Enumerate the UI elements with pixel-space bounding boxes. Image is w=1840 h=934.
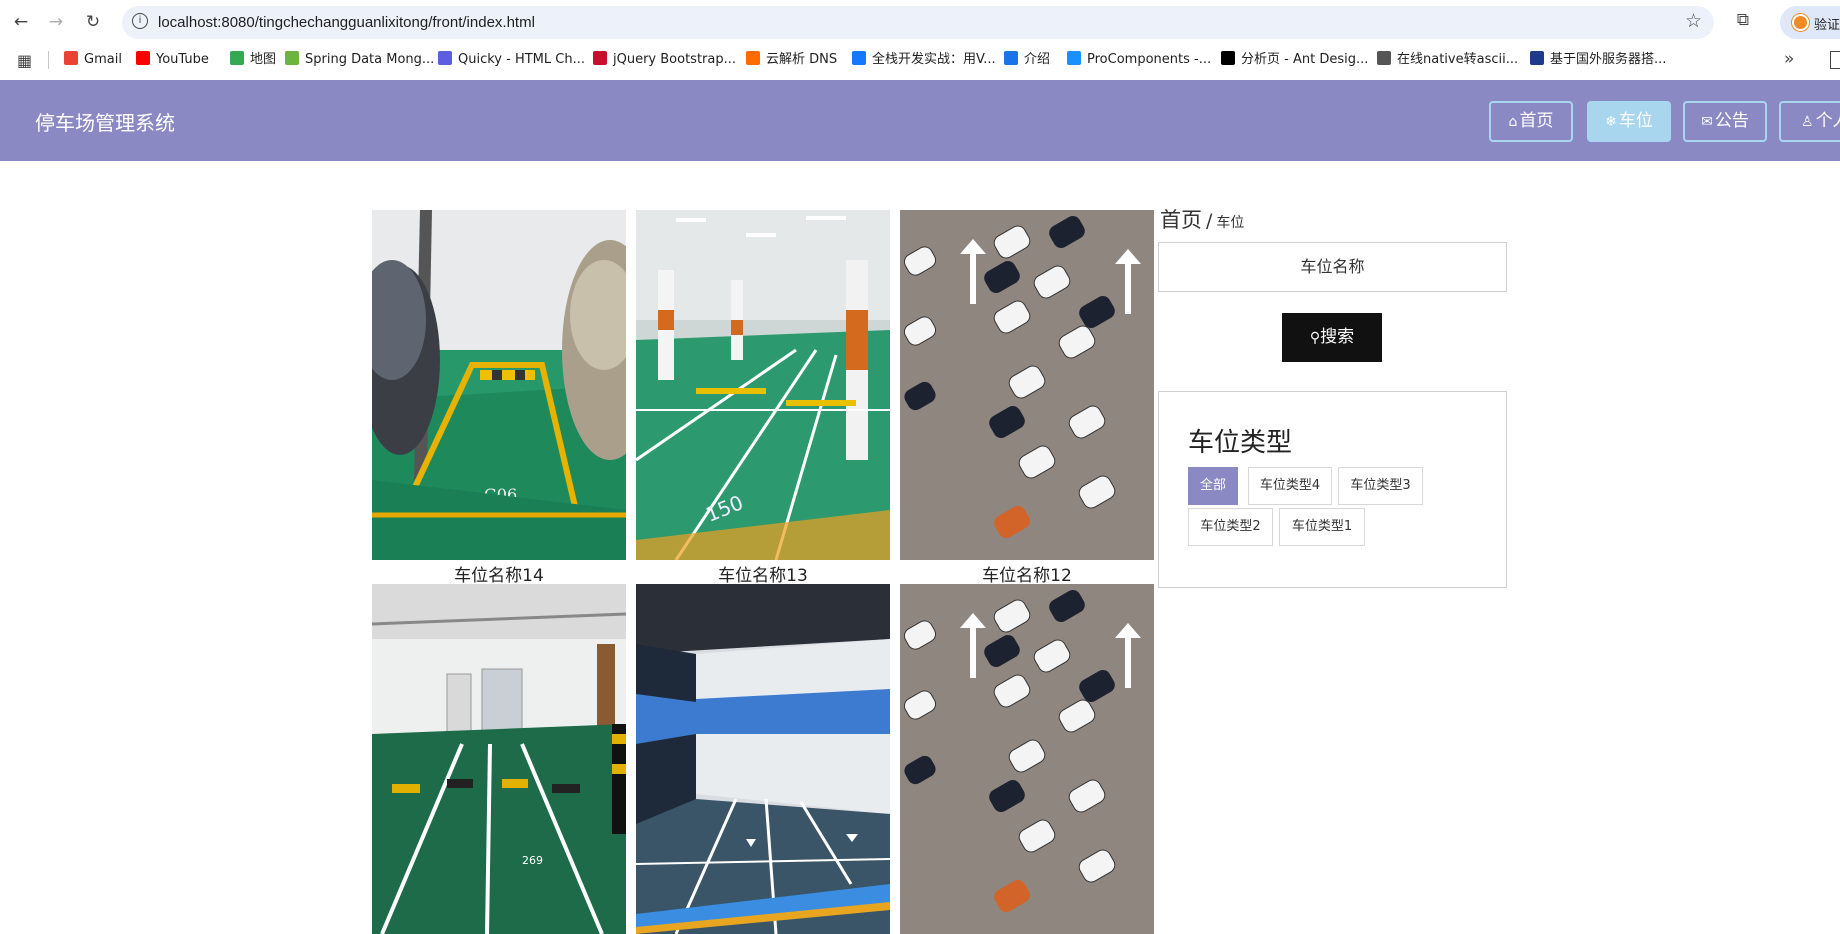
spot-type-title: 车位类型 [1188,428,1293,458]
bookmark-favicon-icon [746,51,760,65]
bookmark-favicon-icon [438,51,452,65]
bookmarks-bar: ▦ Gmail YouTube 地图 Spring Data Mong... Quick… [0,47,1840,73]
home-icon: ⌂ [1508,114,1518,130]
more-bookmarks-icon[interactable]: » [1784,49,1794,69]
breadcrumb-home[interactable]: 首页 [1160,208,1202,232]
type-tag-1[interactable]: 车位类型1 [1279,508,1365,546]
extensions-icon[interactable]: ⧉ [1732,10,1754,32]
search-button[interactable]: ⚲搜索 [1282,313,1382,362]
site-info-icon[interactable]: i [132,13,148,29]
bookmark-favicon-icon [1221,51,1235,65]
bookmark-label: Gmail [84,52,122,67]
nav-parking-spots[interactable]: ❄ 车位 [1587,101,1671,142]
bookmark-favicon-icon [64,51,78,65]
spot-type-filter-panel: 车位类型 全部 车位类型4 车位类型3 车位类型2 车位类型1 [1158,391,1507,588]
nav-home[interactable]: ⌂ 首页 [1489,101,1573,142]
nav-home-label: 首页 [1519,111,1554,131]
bookmark-label: ProComponents -... [1087,52,1212,67]
breadcrumb-separator: / [1206,210,1213,232]
bookmark-item[interactable]: ProComponents -... [1067,50,1211,70]
snowflake-icon: ❄ [1605,114,1617,130]
bookmark-item[interactable]: 全栈开发实战：用V... [852,50,996,70]
other-bookmarks-icon[interactable] [1830,51,1840,69]
bookmark-favicon-icon [1530,51,1544,65]
bookmark-favicon-icon [852,51,866,65]
bookmark-label: 分析页 - Ant Desig... [1241,52,1369,67]
spot-photo[interactable]: 150 [636,210,890,560]
breadcrumb-current: 车位 [1216,215,1245,231]
svg-text:269: 269 [522,854,543,867]
nav-announcements[interactable]: ✉ 公告 [1683,101,1767,142]
bookmark-item[interactable]: Quicky - HTML Ch... [438,50,585,70]
nav-parking-spots-label: 车位 [1618,111,1653,131]
bookmark-label: Quicky - HTML Ch... [458,52,585,67]
spot-photo[interactable] [900,210,1154,560]
spot-name[interactable]: 车位名称13 [636,561,890,586]
spot-photo[interactable] [900,584,1154,934]
nav-profile[interactable]: ♙个人 [1779,101,1840,142]
bookmark-label: 地图 [250,52,277,67]
bookmark-item[interactable]: 分析页 - Ant Desig... [1221,50,1368,70]
address-url[interactable]: localhost:8080/tingchechangguanlixitong/… [158,14,535,31]
bookmark-label: 云解析 DNS [766,52,838,67]
breadcrumb: 首页 / 车位 [1160,204,1244,234]
bookmark-label: YouTube [156,52,209,67]
spot-photo[interactable] [636,584,890,934]
bookmark-label: jQuery Bootstrap... [613,52,737,67]
browser-chrome: ← → ↻ i localhost:8080/tingchechangguanl… [0,0,1840,80]
bookmark-item[interactable]: Spring Data Mong... [285,50,434,70]
bookmark-item[interactable]: 基于国外服务器搭... [1530,50,1666,70]
bookmark-item[interactable]: YouTube [136,50,209,70]
bookmark-item[interactable]: 介绍 [1004,50,1050,70]
spot-photo[interactable]: G06 [372,210,626,560]
bookmark-item[interactable]: Gmail [64,50,122,70]
profile-button[interactable]: 验证 [1780,6,1840,39]
search-icon: ⚲ [1309,330,1321,346]
bookmarks-divider [48,51,49,69]
bookmark-favicon-icon [1067,51,1081,65]
profile-label: 验证 [1814,18,1840,33]
bookmark-item[interactable]: 地图 [230,50,276,70]
bookmark-label: 在线native转ascii... [1397,52,1519,67]
bookmark-item[interactable]: jQuery Bootstrap... [593,50,736,70]
search-button-label: 搜索 [1320,327,1355,347]
apps-grid-icon[interactable]: ▦ [17,51,32,70]
address-bar[interactable]: i localhost:8080/tingchechangguanlixiton… [122,6,1714,39]
bookmark-favicon-icon [593,51,607,65]
bookmark-label: 全栈开发实战：用V... [872,52,996,67]
type-tag-3[interactable]: 车位类型3 [1338,467,1423,505]
bookmark-item[interactable]: 云解析 DNS [746,50,837,70]
app-title: 停车场管理系统 [35,111,175,135]
user-icon: ♙ [1801,114,1814,130]
back-icon[interactable]: ← [10,11,32,33]
type-tag-2[interactable]: 车位类型2 [1188,508,1273,546]
reload-icon[interactable]: ↻ [82,11,104,33]
spot-name[interactable]: 车位名称14 [372,561,626,586]
type-tag-4[interactable]: 车位类型4 [1248,467,1332,505]
bookmark-favicon-icon [1377,51,1391,65]
bookmark-favicon-icon [230,51,244,65]
nav-profile-label: 个人 [1815,111,1840,131]
nav-announcements-label: 公告 [1714,111,1749,131]
bookmark-label: 介绍 [1024,52,1051,67]
bookmark-favicon-icon [1004,51,1018,65]
browser-toolbar: ← → ↻ i localhost:8080/tingchechangguanl… [0,0,1840,44]
mail-icon: ✉ [1701,114,1713,130]
bookmark-label: 基于国外服务器搭... [1550,52,1667,67]
profile-avatar-icon [1792,14,1809,31]
app-header: 停车场管理系统 ⌂首页 ❄车位 ✉公告 ♙个人 [0,80,1840,161]
bookmark-label: Spring Data Mong... [305,52,435,67]
spot-name-search-input[interactable]: 车位名称 [1158,242,1507,292]
spot-photo[interactable]: 269 [372,584,626,934]
bookmark-item[interactable]: 在线native转ascii... [1377,50,1518,70]
spot-name[interactable]: 车位名称12 [900,561,1154,586]
bookmark-star-icon[interactable]: ☆ [1685,10,1702,32]
forward-icon[interactable]: → [45,11,67,33]
type-tag-all[interactable]: 全部 [1188,467,1238,505]
bookmark-favicon-icon [136,51,150,65]
bookmark-favicon-icon [285,51,299,65]
